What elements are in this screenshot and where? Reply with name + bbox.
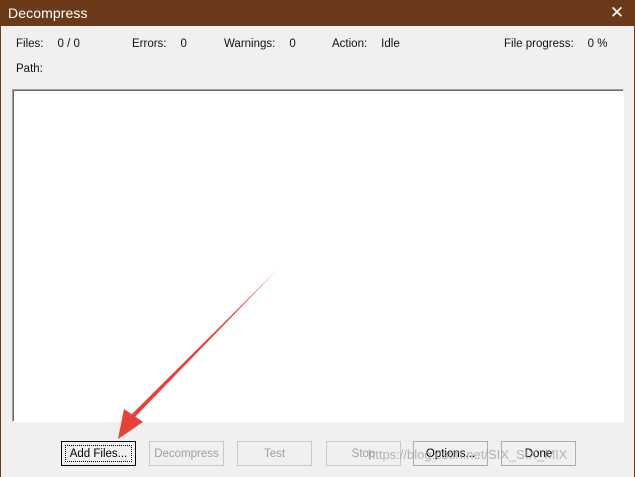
stop-label: Stop [351, 447, 376, 460]
decompress-dialog: Decompress ✕ Files: 0 / 0 Errors: 0 Warnin… [0, 0, 635, 477]
errors-label: Errors: [132, 38, 167, 50]
test-button[interactable]: Test [237, 441, 312, 466]
files-status: Files: 0 / 0 [16, 38, 80, 50]
decompress-button[interactable]: Decompress [149, 441, 224, 466]
path-status: Path: [16, 63, 43, 75]
options-label: Options... [425, 447, 476, 460]
errors-status: Errors: 0 [132, 38, 187, 50]
stop-button[interactable]: Stop [326, 441, 401, 466]
action-label: Action: [332, 38, 368, 50]
test-label: Test [263, 447, 286, 460]
add-files-button[interactable]: Add Files... [61, 441, 136, 466]
window-title: Decompress [8, 5, 88, 21]
close-icon: ✕ [609, 3, 625, 22]
action-status: Action: Idle [332, 38, 400, 50]
action-value: Idle [381, 38, 400, 50]
files-label: Files: [16, 38, 44, 50]
path-label: Path: [16, 63, 43, 75]
warnings-status: Warnings: 0 [224, 38, 296, 50]
file-list[interactable] [12, 89, 624, 422]
options-button[interactable]: Options... [413, 441, 488, 466]
done-label: Done [524, 447, 553, 460]
close-button[interactable]: ✕ [600, 0, 634, 26]
warnings-value: 0 [289, 38, 296, 50]
title-bar[interactable]: Decompress ✕ [1, 0, 634, 26]
file-progress-value: 0 % [587, 38, 608, 50]
warnings-label: Warnings: [224, 38, 276, 50]
decompress-label: Decompress [154, 447, 219, 460]
add-files-label: Add Files... [69, 447, 128, 460]
file-progress-status: File progress: 0 % [504, 38, 608, 50]
file-progress-label: File progress: [504, 38, 574, 50]
done-button[interactable]: Done [501, 441, 576, 466]
errors-value: 0 [180, 38, 187, 50]
files-value: 0 / 0 [57, 38, 80, 50]
